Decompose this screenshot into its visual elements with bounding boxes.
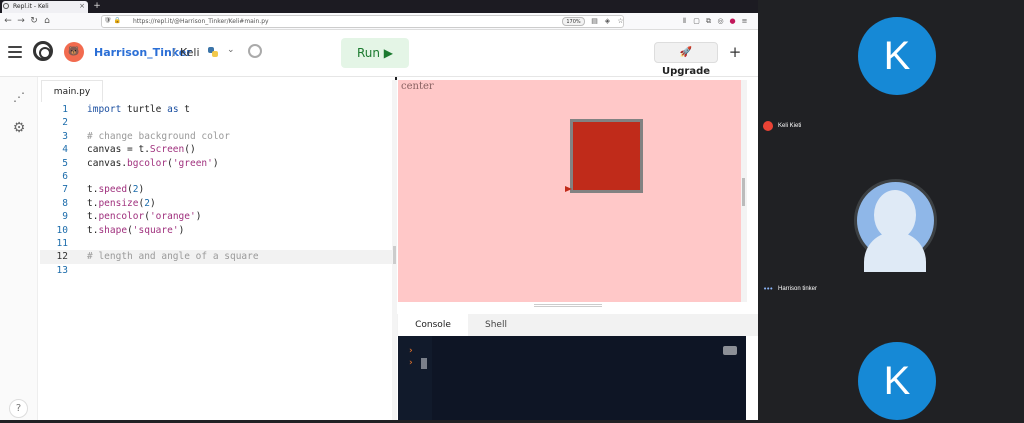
- console-gutter: [398, 336, 432, 420]
- console-input-prompt-icon: ›: [409, 358, 413, 368]
- line-number: 8: [62, 197, 68, 209]
- browser-tab-bar: [0, 0, 758, 13]
- line-number: 10: [56, 224, 68, 236]
- breadcrumb-separator: /: [172, 46, 176, 59]
- speaking-dots-icon: •••: [763, 285, 773, 293]
- line-number: 6: [62, 171, 68, 182]
- canvas-title: center: [401, 81, 434, 92]
- account-icon[interactable]: ◎: [716, 16, 725, 26]
- line-number: 7: [62, 184, 68, 196]
- console-prompt-icon: ›: [409, 346, 413, 356]
- line-number: 9: [62, 211, 68, 223]
- settings-gear-icon[interactable]: ⚙: [11, 120, 27, 136]
- participant-avatar: K: [858, 342, 936, 420]
- sidebar-toggle-icon[interactable]: ▢: [692, 16, 701, 26]
- library-icon[interactable]: ⫴: [680, 16, 689, 26]
- hamburger-menu-icon[interactable]: [8, 46, 22, 58]
- pocket-icon[interactable]: ◈: [603, 16, 612, 26]
- line-number: 11: [56, 238, 68, 249]
- url-text: https://repl.it/@Harrison_Tinker/Keli#ma…: [133, 18, 269, 25]
- pane-resize-handle[interactable]: [534, 304, 602, 307]
- line-number: 3: [62, 130, 68, 142]
- add-button[interactable]: +: [728, 44, 742, 60]
- participant-avatar: K: [858, 17, 936, 95]
- user-avatar[interactable]: 🐻: [64, 42, 84, 62]
- forward-arrow-icon[interactable]: →: [16, 15, 26, 27]
- line-number: 1: [62, 104, 68, 115]
- code-line[interactable]: t.speed(2): [87, 183, 144, 196]
- canvas-scrollbar-thumb[interactable]: [742, 178, 745, 206]
- line-number: 12: [56, 251, 68, 263]
- site-info-lock-icon[interactable]: 🛡 🔒: [104, 17, 121, 24]
- replit-logo-icon[interactable]: [33, 41, 53, 61]
- chevron-down-icon[interactable]: ⌄: [227, 45, 235, 55]
- menu-icon[interactable]: ≡: [740, 16, 749, 26]
- code-line[interactable]: # length and angle of a square: [87, 250, 259, 263]
- reload-icon[interactable]: ↻: [29, 15, 39, 27]
- code-editor[interactable]: [38, 77, 395, 420]
- new-tab-button[interactable]: +: [92, 0, 102, 13]
- bookmark-star-icon[interactable]: ☆: [616, 16, 625, 26]
- code-line[interactable]: import turtle as t: [87, 103, 190, 116]
- repl-name[interactable]: Keli: [180, 46, 200, 59]
- line-number: 2: [62, 117, 68, 129]
- console-cursor[interactable]: [421, 358, 427, 369]
- browser-tab[interactable]: Repl.it - Keli ×: [2, 1, 88, 13]
- url-bar[interactable]: https://repl.it/@Harrison_Tinker/Keli#ma…: [101, 15, 624, 28]
- tab-console[interactable]: Console: [398, 314, 468, 336]
- file-tab-main-py[interactable]: main.py: [41, 80, 103, 102]
- help-button[interactable]: ?: [9, 399, 28, 418]
- tab-title: Repl.it - Keli: [13, 3, 49, 10]
- turtle-cursor-icon: [565, 186, 572, 192]
- editor-scrollbar-thumb[interactable]: [393, 246, 396, 264]
- reader-mode-icon[interactable]: ▤: [590, 16, 599, 26]
- extension-icon[interactable]: ●: [728, 16, 737, 26]
- back-arrow-icon[interactable]: ←: [3, 15, 13, 27]
- home-icon[interactable]: ⌂: [42, 15, 52, 27]
- code-line[interactable]: canvas.bgcolor('green'): [87, 157, 219, 170]
- muted-mic-icon: [763, 121, 773, 131]
- code-line[interactable]: t.shape('square'): [87, 224, 184, 237]
- code-line[interactable]: canvas = t.Screen(): [87, 143, 196, 156]
- participant-name: Harrison tinker: [778, 286, 818, 292]
- code-line[interactable]: t.pencolor('orange'): [87, 210, 201, 223]
- console-output[interactable]: [398, 336, 746, 420]
- line-number: 4: [62, 144, 68, 156]
- tab-shell[interactable]: Shell: [462, 314, 530, 336]
- turtle-square-drawing: [570, 119, 643, 193]
- clear-console-icon[interactable]: [723, 346, 737, 355]
- upgrade-button[interactable]: 🚀 Upgrade: [654, 42, 718, 77]
- line-number: 13: [56, 264, 68, 276]
- participant-name: Keli Kieti: [778, 123, 802, 129]
- line-number: 5: [62, 157, 68, 169]
- code-line[interactable]: t.pensize(2): [87, 197, 156, 210]
- screenshot-icon[interactable]: ⧉: [704, 16, 713, 26]
- tab-close-icon[interactable]: ×: [79, 2, 85, 10]
- username-link[interactable]: Harrison_Tinker: [94, 46, 192, 59]
- line-number-gutter: 1 2 3 4 5 6 7 8 9 10 11 12 13: [40, 102, 75, 422]
- python-language-icon: [208, 47, 218, 57]
- zoom-level-badge[interactable]: 170%: [562, 17, 585, 26]
- code-line[interactable]: # change background color: [87, 130, 230, 143]
- history-icon[interactable]: [248, 44, 262, 58]
- replit-favicon-icon: [3, 3, 9, 9]
- run-button[interactable]: Run ▶: [341, 38, 409, 68]
- share-icon[interactable]: ⋰: [11, 89, 27, 105]
